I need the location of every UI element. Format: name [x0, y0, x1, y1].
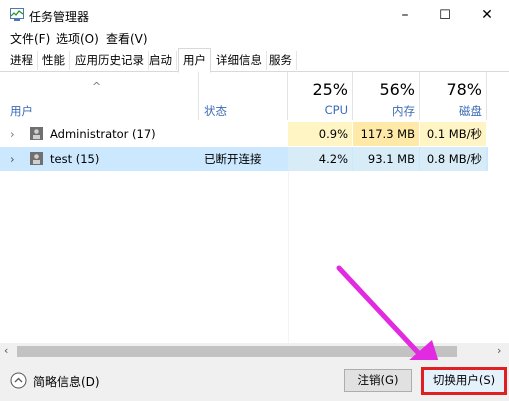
sort-ascending-icon: ^ — [92, 80, 102, 93]
tab-performance[interactable]: 性能 — [38, 51, 70, 70]
disk-value: 0.1 MB/秒 — [420, 122, 486, 146]
scroll-right-icon[interactable]: › — [497, 344, 501, 357]
switch-user-button[interactable]: 切换用户(S) — [421, 367, 507, 395]
column-header-memory[interactable]: 56% 内存 — [353, 72, 419, 120]
tab-details[interactable]: 详细信息 — [212, 51, 267, 70]
minimize-button[interactable]: – — [383, 0, 427, 30]
memory-label: 内存 — [392, 104, 415, 118]
disk-value: 0.8 MB/秒 — [420, 147, 486, 171]
user-name: test (15) — [50, 152, 100, 166]
user-name: Administrator (17) — [50, 127, 156, 141]
menu-file[interactable]: 文件(F) — [10, 30, 50, 47]
fewer-details-link[interactable]: 简略信息(D) — [33, 373, 100, 390]
tab-app-history[interactable]: 应用历史记录 — [71, 51, 149, 70]
user-status: 已断开连接 — [204, 152, 262, 166]
table-row[interactable]: › Administrator (17) 0.9% 117.3 MB 0.1 M… — [0, 122, 488, 146]
scrollbar-thumb[interactable] — [17, 346, 457, 357]
scroll-left-icon[interactable]: ‹ — [4, 344, 8, 357]
cpu-label: CPU — [324, 103, 348, 117]
tab-users[interactable]: 用户 — [178, 48, 211, 73]
memory-percent: 56% — [379, 80, 415, 99]
tab-services[interactable]: 服务 — [265, 51, 297, 70]
expand-chevron-icon[interactable]: › — [10, 147, 15, 171]
disk-label: 磁盘 — [459, 104, 482, 118]
expand-chevron-icon[interactable]: › — [10, 122, 15, 146]
user-icon — [30, 127, 43, 140]
column-header-user[interactable]: 用户 — [10, 103, 33, 119]
column-divider — [288, 171, 289, 343]
cpu-value: 0.9% — [288, 122, 352, 146]
column-header-status[interactable]: 状态 — [204, 103, 227, 119]
tab-startup[interactable]: 启动 — [145, 51, 177, 70]
close-button[interactable]: ✕ — [465, 0, 509, 30]
column-divider — [486, 72, 487, 120]
tab-processes[interactable]: 进程 — [6, 51, 38, 70]
memory-value: 93.1 MB — [353, 147, 419, 171]
cpu-percent: 25% — [312, 80, 348, 99]
window-title: 任务管理器 — [29, 10, 90, 24]
user-icon — [30, 152, 43, 165]
menu-options[interactable]: 选项(O) — [56, 30, 99, 47]
disk-percent: 78% — [446, 80, 482, 99]
column-header-disk[interactable]: 78% 磁盘 — [420, 72, 486, 120]
memory-value: 117.3 MB — [353, 122, 419, 146]
logoff-button[interactable]: 注销(G) — [344, 369, 412, 392]
table-row[interactable]: › test (15) 已断开连接 4.2% 93.1 MB 0.8 MB/秒 — [0, 147, 488, 171]
cpu-value: 4.2% — [288, 147, 352, 171]
task-manager-icon — [10, 8, 24, 21]
column-divider — [198, 72, 199, 120]
maximize-button[interactable]: ☐ — [423, 0, 467, 30]
menu-view[interactable]: 查看(V) — [106, 30, 148, 47]
column-header-cpu[interactable]: 25% CPU — [288, 72, 352, 120]
chevron-up-circle-icon[interactable] — [10, 372, 27, 389]
